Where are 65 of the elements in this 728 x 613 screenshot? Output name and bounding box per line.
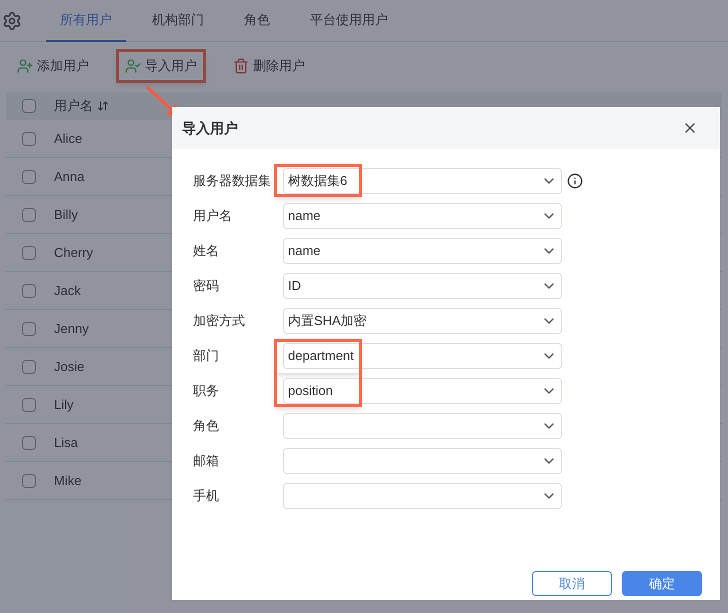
field-value: 内置SHA加密 <box>288 312 367 330</box>
checkbox[interactable] <box>22 398 36 412</box>
table-cell-text: Cherry <box>54 244 94 262</box>
field-label: 密码 <box>193 276 220 295</box>
add-user-icon <box>17 58 33 74</box>
table-cell-text: Mike <box>54 472 82 490</box>
dropdown-field[interactable]: 树数据集6 <box>283 168 562 194</box>
field-label: 角色 <box>193 416 220 435</box>
checkbox[interactable] <box>22 132 36 146</box>
table-cell-text: Anna <box>54 168 84 186</box>
tab[interactable]: 机构部门 <box>138 0 218 42</box>
field-value: 树数据集6 <box>288 172 348 190</box>
field-label: 姓名 <box>193 242 220 260</box>
checkbox[interactable] <box>22 170 36 184</box>
dropdown-field[interactable] <box>283 448 562 474</box>
dialog-title: 导入用户 <box>182 118 238 138</box>
field-label: 职务 <box>193 382 220 400</box>
checkbox[interactable] <box>22 208 36 222</box>
field-label: 邮箱 <box>193 452 220 470</box>
field-label: 部门 <box>193 346 220 365</box>
tab[interactable]: 平台使用用户 <box>296 0 402 42</box>
confirm-button[interactable]: 确定 <box>622 571 702 596</box>
dropdown-field[interactable]: ID <box>283 272 562 298</box>
checkbox[interactable] <box>22 99 36 113</box>
table-cell-text: Billy <box>54 206 78 224</box>
checkbox[interactable] <box>22 246 36 260</box>
checkbox[interactable] <box>22 284 36 298</box>
checkbox[interactable] <box>22 322 36 336</box>
field-label: 用户名 <box>193 206 233 225</box>
column-header[interactable]: 用户名 <box>54 96 249 116</box>
checkbox[interactable] <box>22 474 36 488</box>
field-value: ID <box>288 276 301 295</box>
field-value: name <box>288 206 321 225</box>
trash-icon <box>233 58 249 74</box>
field-value: name <box>288 242 321 260</box>
checkbox[interactable] <box>22 360 36 374</box>
table-cell-text: Josie <box>54 358 84 376</box>
field-value: position <box>288 382 333 400</box>
field-label: 服务器数据集 <box>193 172 272 190</box>
tab[interactable]: 角色 <box>230 0 284 42</box>
table-cell-text: Alice <box>54 130 82 148</box>
dropdown-field[interactable]: department <box>283 342 562 368</box>
table-cell-text: Jack <box>54 282 81 300</box>
cancel-button[interactable]: 取消 <box>532 571 612 596</box>
table-cell-text: Jenny <box>54 320 89 338</box>
user-icon <box>125 58 141 74</box>
dropdown-field[interactable] <box>283 412 562 438</box>
sort-icon[interactable] <box>97 100 109 112</box>
toolbar-button[interactable]: 导入用户 <box>116 49 206 83</box>
dropdown-field[interactable]: 内置SHA加密 <box>283 308 562 334</box>
dropdown-field[interactable]: name <box>283 202 562 228</box>
dropdown-field[interactable] <box>283 482 562 508</box>
checkbox[interactable] <box>22 436 36 450</box>
field-value: department <box>288 346 354 365</box>
toolbar-button[interactable]: 删除用户 <box>224 49 314 83</box>
dropdown-field[interactable]: name <box>283 238 562 264</box>
field-label: 加密方式 <box>193 312 246 330</box>
settings-icon[interactable] <box>2 10 22 30</box>
table-cell-text: Lily <box>54 396 74 414</box>
table-cell-text: Lisa <box>54 434 78 452</box>
info-icon[interactable] <box>567 172 583 188</box>
toolbar-button[interactable]: 添加用户 <box>8 49 98 83</box>
dropdown-field[interactable]: position <box>283 378 562 404</box>
field-label: 手机 <box>193 486 220 505</box>
tab[interactable]: 所有用户 <box>46 0 126 42</box>
